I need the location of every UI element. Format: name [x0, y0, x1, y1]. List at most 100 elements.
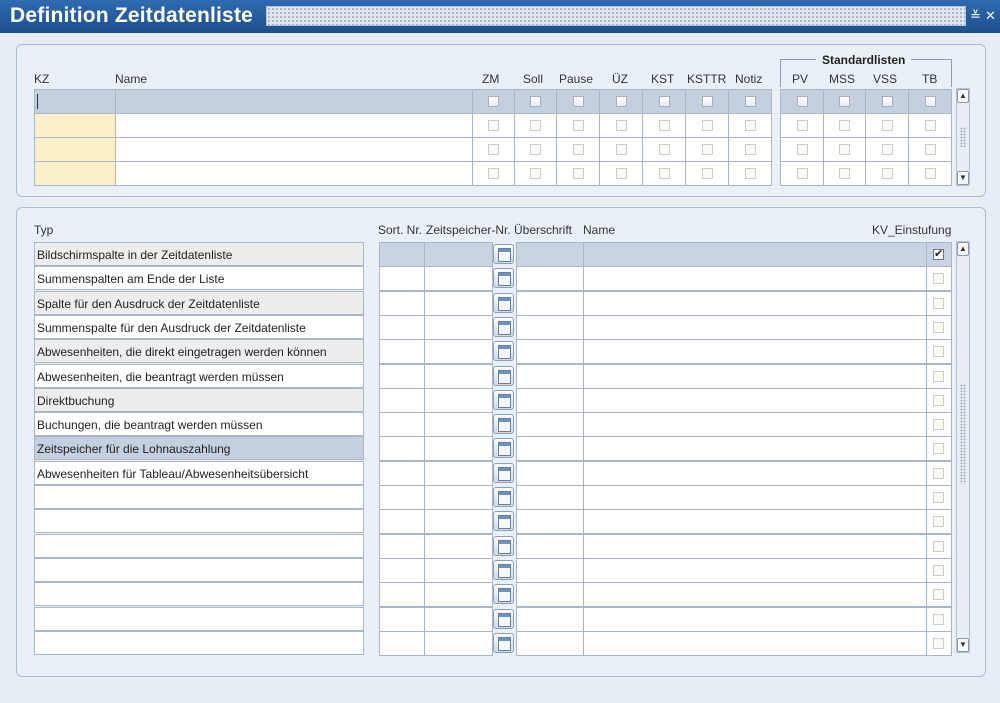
name-field[interactable] [583, 363, 927, 389]
vss-checkbox[interactable] [882, 96, 893, 107]
soll-cell[interactable] [514, 89, 557, 114]
sort-nr-field[interactable] [379, 387, 425, 413]
name-field[interactable] [583, 242, 927, 267]
ksttr-checkbox[interactable] [702, 168, 713, 179]
typ-row[interactable]: Summenspalten am Ende der Liste [34, 266, 364, 291]
uz-cell[interactable] [599, 137, 643, 162]
mss-checkbox[interactable] [839, 144, 850, 155]
calendar-button-cell[interactable] [492, 242, 517, 267]
kv-einstufung-cell[interactable] [926, 509, 952, 535]
zeitspeicher-nr-field[interactable] [424, 436, 493, 462]
ueberschrift-field[interactable] [516, 290, 584, 316]
ksttr-cell[interactable] [685, 113, 729, 138]
calendar-button-cell[interactable] [492, 412, 517, 437]
kv-einstufung-cell[interactable] [926, 557, 952, 583]
kv-einstufung-checkbox[interactable] [933, 540, 944, 552]
zm-checkbox[interactable] [488, 144, 499, 155]
ueberschrift-field[interactable] [516, 557, 584, 583]
calendar-icon[interactable] [493, 559, 514, 580]
window-title-bar[interactable]: Definition Zeitdatenliste ≚ ✕ [0, 0, 1000, 33]
calendar-icon[interactable] [493, 244, 514, 264]
soll-checkbox[interactable] [530, 168, 541, 179]
ksttr-checkbox[interactable] [702, 120, 713, 131]
kv-einstufung-cell[interactable] [926, 412, 952, 438]
typ-row[interactable]: Abwesenheiten, die beantragt werden müss… [34, 363, 364, 388]
zm-cell[interactable] [472, 137, 515, 162]
zeitspeicher-nr-field[interactable] [424, 266, 493, 292]
uz-checkbox[interactable] [616, 144, 627, 155]
ksttr-cell[interactable] [685, 137, 729, 162]
tb-checkbox[interactable] [925, 144, 936, 155]
calendar-button-cell[interactable] [492, 461, 517, 486]
sort-nr-field[interactable] [379, 630, 425, 656]
top-scrollbar[interactable]: ▲ ▼ [956, 88, 970, 186]
kv-einstufung-checkbox[interactable] [933, 394, 944, 406]
zm-checkbox[interactable] [488, 120, 499, 131]
calendar-icon[interactable] [493, 341, 514, 362]
zm-cell[interactable] [472, 89, 515, 114]
name-field[interactable] [583, 557, 927, 583]
kv-einstufung-cell[interactable] [926, 630, 952, 656]
sort-nr-field[interactable] [379, 314, 425, 340]
vss-checkbox[interactable] [882, 144, 893, 155]
bottom-scrollbar[interactable]: ▲ ▼ [956, 241, 970, 653]
name-field[interactable] [583, 606, 927, 632]
ueberschrift-field[interactable] [516, 582, 584, 608]
calendar-icon[interactable] [493, 365, 514, 386]
kv-einstufung-checkbox[interactable] [933, 613, 944, 625]
calendar-icon[interactable] [493, 438, 514, 459]
zeitspeicher-nr-field[interactable] [424, 557, 493, 583]
scroll-up-icon[interactable]: ▲ [957, 89, 969, 103]
ueberschrift-field[interactable] [516, 339, 584, 365]
kv-einstufung-cell[interactable] [926, 387, 952, 413]
scroll-thumb[interactable] [960, 384, 966, 484]
typ-row[interactable]: Zeitspeicher für die Lohnauszahlung [34, 436, 364, 461]
calendar-button-cell[interactable] [492, 558, 517, 583]
calendar-button-cell[interactable] [492, 485, 517, 510]
calendar-icon[interactable] [493, 316, 514, 337]
name-field[interactable] [583, 533, 927, 559]
kv-einstufung-cell[interactable] [926, 582, 952, 608]
name-field[interactable] [115, 137, 473, 162]
typ-row[interactable] [34, 485, 364, 509]
name-field[interactable] [583, 436, 927, 462]
pv-cell[interactable] [780, 89, 824, 114]
kz-field[interactable] [34, 113, 116, 138]
calendar-icon[interactable] [493, 535, 514, 556]
zm-checkbox[interactable] [488, 96, 499, 107]
tb-cell[interactable] [908, 113, 952, 138]
name-field[interactable] [583, 485, 927, 510]
kz-field[interactable] [34, 161, 116, 186]
sort-nr-field[interactable] [379, 436, 425, 462]
kv-einstufung-cell[interactable] [926, 339, 952, 365]
close-icon[interactable]: ✕ [985, 8, 996, 24]
vss-checkbox[interactable] [882, 120, 893, 131]
mss-cell[interactable] [823, 137, 866, 162]
name-field[interactable] [583, 339, 927, 365]
tb-checkbox[interactable] [925, 168, 936, 179]
mss-cell[interactable] [823, 89, 866, 114]
calendar-button-cell[interactable] [492, 315, 517, 340]
typ-row[interactable]: Summenspalte für den Ausdruck der Zeitda… [34, 314, 364, 339]
kv-einstufung-checkbox[interactable] [933, 419, 944, 431]
calendar-button-cell[interactable] [492, 291, 517, 316]
typ-row[interactable] [34, 582, 364, 607]
vss-cell[interactable] [865, 161, 909, 186]
zeitspeicher-nr-field[interactable] [424, 509, 493, 535]
kst-cell[interactable] [642, 89, 686, 114]
calendar-button-cell[interactable] [492, 364, 517, 389]
name-field[interactable] [583, 630, 927, 656]
pause-checkbox[interactable] [573, 144, 584, 155]
ueberschrift-field[interactable] [516, 412, 584, 438]
pause-cell[interactable] [556, 113, 600, 138]
pause-cell[interactable] [556, 161, 600, 186]
typ-row[interactable]: Bildschirmspalte in der Zeitdatenliste [34, 242, 364, 266]
name-field[interactable] [115, 161, 473, 186]
kst-checkbox[interactable] [659, 144, 670, 155]
notiz-checkbox[interactable] [745, 96, 756, 107]
pause-checkbox[interactable] [573, 96, 584, 107]
tb-cell[interactable] [908, 89, 952, 114]
zeitspeicher-nr-field[interactable] [424, 460, 493, 486]
sort-nr-field[interactable] [379, 339, 425, 365]
sort-nr-field[interactable] [379, 363, 425, 389]
